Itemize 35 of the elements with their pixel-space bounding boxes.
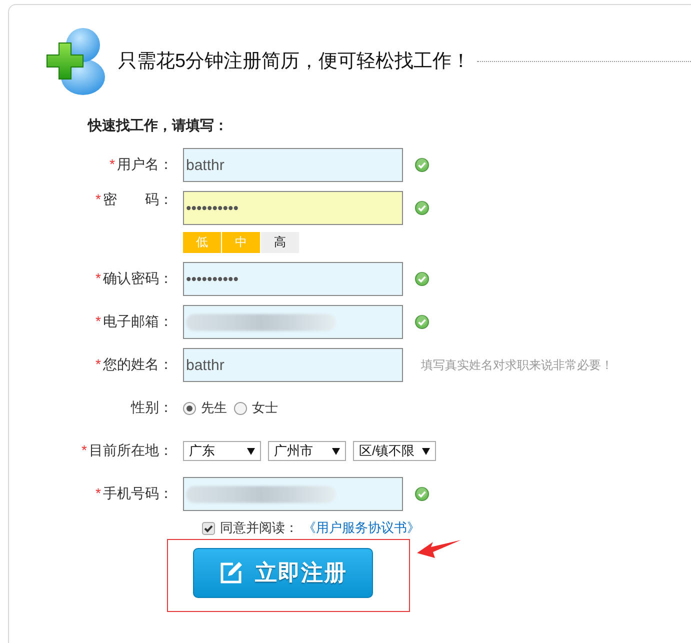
arrow-icon	[417, 540, 461, 560]
strength-level: 高	[261, 232, 299, 253]
caret-icon	[332, 448, 340, 454]
edit-icon	[219, 561, 243, 585]
field-label: *确认密码：	[94, 270, 174, 288]
strength-level: 中	[222, 232, 260, 253]
input-field[interactable]	[183, 477, 403, 511]
field-label: *密 码：	[94, 191, 174, 209]
input-field[interactable]	[183, 305, 403, 339]
option-label: 先生	[201, 399, 227, 417]
field-label: *手机号码：	[94, 485, 174, 503]
input-field[interactable]: batthr	[183, 348, 403, 382]
terms-link[interactable]: 《用户服务协议书》	[303, 519, 420, 537]
field-label: *电子邮箱：	[94, 313, 174, 331]
field-label: *目前所在地：	[80, 442, 174, 460]
field-label: *您的姓名：	[94, 356, 174, 374]
dropdown[interactable]: 广东	[183, 441, 261, 461]
option-label: 女士	[252, 399, 278, 417]
dropdown[interactable]: 广州市	[268, 441, 346, 461]
radio-button[interactable]	[234, 402, 247, 414]
radio-button[interactable]	[183, 402, 196, 414]
password-field[interactable]: ••••••••••	[183, 191, 403, 225]
agreement-text: 同意并阅读：	[220, 519, 298, 537]
caret-icon	[422, 448, 430, 454]
field-label: 性别：	[130, 399, 174, 417]
caret-icon	[247, 448, 255, 454]
checkbox[interactable]	[202, 522, 215, 534]
strength-level: 低	[183, 232, 221, 253]
input-field[interactable]: batthr	[183, 148, 403, 182]
field-label: *用户名：	[108, 156, 174, 174]
form-heading: 快速找工作，请填写：	[88, 117, 228, 135]
page-title: 只需花5分钟注册简历，便可轻松找工作！	[118, 50, 471, 74]
dropdown[interactable]: 区/镇不限	[353, 441, 436, 461]
password-field[interactable]: ••••••••••	[183, 262, 403, 296]
hint-text: 填写真实姓名对求职来说非常必要！	[421, 356, 613, 374]
